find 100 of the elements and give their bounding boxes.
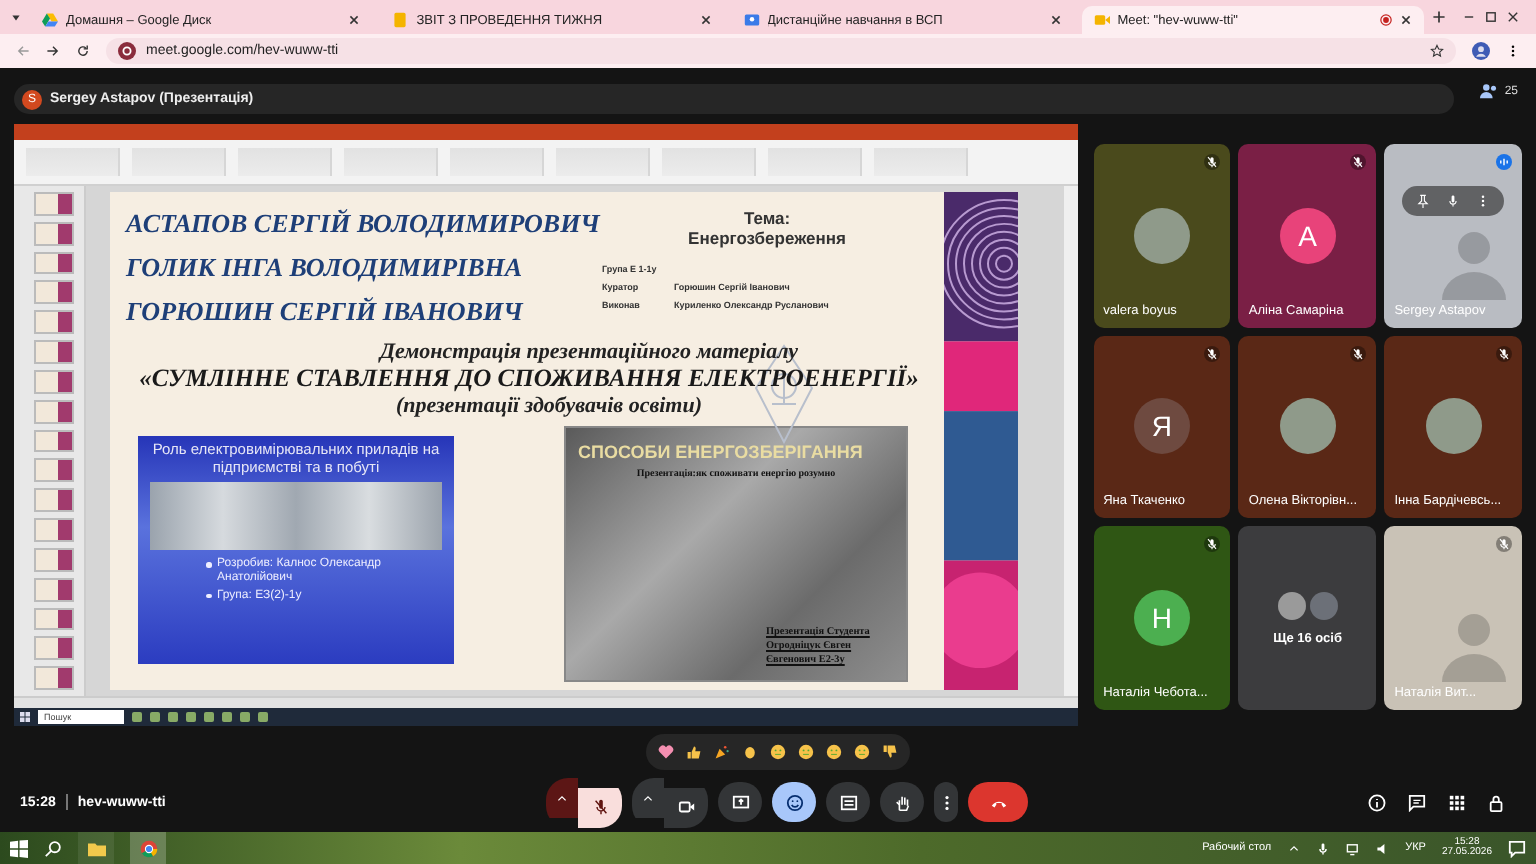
party-popper-icon[interactable] xyxy=(714,744,730,760)
author-name: ГОРЮШИН СЕРГІЙ ІВАНОВИЧ xyxy=(126,296,526,328)
avatar-photo-placeholder xyxy=(1279,398,1336,455)
slide-thumbnail[interactable] xyxy=(34,577,74,602)
windows-logo-icon[interactable] xyxy=(20,712,30,722)
document-icon xyxy=(392,12,409,28)
pin-icon[interactable] xyxy=(1416,194,1431,208)
network-icon[interactable] xyxy=(1345,841,1360,855)
emoji-face-icon[interactable] xyxy=(798,744,814,760)
slide-thumbnail[interactable] xyxy=(34,636,74,661)
tab-list-caret-icon[interactable] xyxy=(10,11,22,23)
thumbs-down-icon[interactable] xyxy=(882,744,898,760)
raise-hand-button[interactable] xyxy=(880,782,924,822)
present-button[interactable] xyxy=(718,782,762,822)
info-icon[interactable] xyxy=(1368,793,1386,811)
muted-mic-icon xyxy=(1495,536,1512,553)
author-name: АСТАПОВ СЕРГІЙ ВОЛОДИМИРОВИЧ xyxy=(126,208,600,240)
leave-call-button[interactable] xyxy=(968,782,1028,822)
microphone-icon xyxy=(591,798,609,816)
present-screen-icon xyxy=(731,793,749,811)
minimize-icon[interactable] xyxy=(1462,10,1476,24)
close-icon[interactable] xyxy=(1506,10,1520,24)
camera-button[interactable] xyxy=(664,787,708,827)
bullet-icon xyxy=(206,593,211,599)
speaking-indicator-icon xyxy=(1495,154,1512,170)
taskbar-app-button[interactable] xyxy=(78,832,114,864)
slide-thumbnail[interactable] xyxy=(34,607,74,631)
avatar-photo-placeholder xyxy=(1425,398,1482,455)
avatar-photo-placeholder xyxy=(1309,591,1338,620)
slide-thumbnail[interactable] xyxy=(34,429,74,453)
slide-thumbnail[interactable] xyxy=(34,666,74,691)
microphone-icon[interactable] xyxy=(1315,841,1330,855)
avatar-initial: A xyxy=(1279,207,1336,264)
slide-thumbnail[interactable] xyxy=(34,399,74,424)
muted-mic-icon xyxy=(1350,345,1367,362)
close-icon[interactable] xyxy=(348,14,361,26)
recording-icon xyxy=(1380,14,1392,26)
avatar-photo-placeholder xyxy=(1277,591,1306,620)
subtitle-text: Демонстрація презентаційного матеріалу xyxy=(376,340,800,364)
lock-icon[interactable] xyxy=(1488,793,1506,811)
emoji-face-icon[interactable] xyxy=(770,744,786,760)
slide-thumbnail[interactable] xyxy=(34,369,74,394)
heart-icon[interactable] xyxy=(658,744,674,760)
notification-icon[interactable] xyxy=(1508,839,1526,857)
slide-thumbnail[interactable] xyxy=(34,488,74,513)
layout-icon xyxy=(839,793,857,811)
chat-icon[interactable] xyxy=(1408,793,1426,811)
muted-mic-icon xyxy=(1204,536,1221,553)
hand-icon xyxy=(893,793,911,811)
caret-icon xyxy=(642,791,654,803)
people-icon xyxy=(1480,82,1499,100)
windows-logo-icon[interactable] xyxy=(10,839,28,857)
avatar-photo-placeholder xyxy=(1133,207,1190,264)
slide-thumbnail[interactable] xyxy=(34,310,74,335)
menu-dots-icon[interactable] xyxy=(1506,44,1520,58)
topic-label: Тема: xyxy=(743,208,791,228)
maximize-icon[interactable] xyxy=(1484,10,1498,24)
activities-button[interactable] xyxy=(826,782,870,822)
mic-icon[interactable] xyxy=(1446,194,1461,208)
slide-thumbnail[interactable] xyxy=(34,340,74,364)
caret-icon xyxy=(556,791,568,803)
slide-thumbnail[interactable] xyxy=(34,547,74,572)
speaker-icon[interactable] xyxy=(1375,841,1390,855)
thumbs-up-icon[interactable] xyxy=(686,744,702,760)
apps-grid-icon[interactable] xyxy=(1448,793,1466,811)
slide-thumbnail[interactable] xyxy=(34,192,74,216)
slide-thumbnail[interactable] xyxy=(34,221,74,246)
avatar-initial: Я xyxy=(1133,398,1190,455)
emoji-face-icon[interactable] xyxy=(854,744,870,760)
chevron-icon[interactable] xyxy=(1287,842,1300,854)
smiley-icon xyxy=(785,793,803,811)
muted-mic-icon xyxy=(1204,345,1221,362)
bullet-icon xyxy=(206,562,211,568)
emoji-face-icon[interactable] xyxy=(826,744,842,760)
author-name: ГОЛИК ІНГА ВОЛОДИМИРІВНА xyxy=(126,252,525,284)
slide-thumbnail[interactable] xyxy=(34,251,74,275)
slide-thumbnail[interactable] xyxy=(34,280,74,305)
reactions-button[interactable] xyxy=(772,782,816,822)
close-icon[interactable] xyxy=(1049,14,1062,26)
slide-thumbnail[interactable] xyxy=(34,518,74,542)
video-camera-icon xyxy=(1093,12,1110,28)
close-icon[interactable] xyxy=(1400,14,1412,26)
new-tab-icon[interactable] xyxy=(1432,10,1446,24)
drive-icon xyxy=(42,12,58,28)
forward-icon[interactable] xyxy=(46,44,60,58)
reload-icon[interactable] xyxy=(76,44,90,58)
microphone-button[interactable] xyxy=(578,787,622,827)
more-options-button[interactable] xyxy=(934,782,958,822)
preview-title: СПОСОБИ ЕНЕРГОЗБЕРІГАННЯ xyxy=(578,442,865,462)
site-info-icon[interactable] xyxy=(118,42,136,60)
close-icon[interactable] xyxy=(699,14,711,26)
bookmark-star-icon[interactable] xyxy=(1430,44,1444,58)
headline-text: «СУМЛІННЕ СТАВЛЕННЯ ДО СПОЖИВАННЯ ЕЛЕКТРОЕНЕРГІЇ» xyxy=(137,364,921,394)
muted-mic-icon xyxy=(1495,345,1512,362)
topic-title: Енергозбереження xyxy=(688,228,846,248)
folder-icon xyxy=(87,839,105,857)
search-icon[interactable] xyxy=(44,839,62,857)
slide-thumbnail[interactable] xyxy=(34,458,74,483)
classroom-icon xyxy=(743,12,759,28)
profile-avatar-icon[interactable] xyxy=(1472,42,1490,60)
